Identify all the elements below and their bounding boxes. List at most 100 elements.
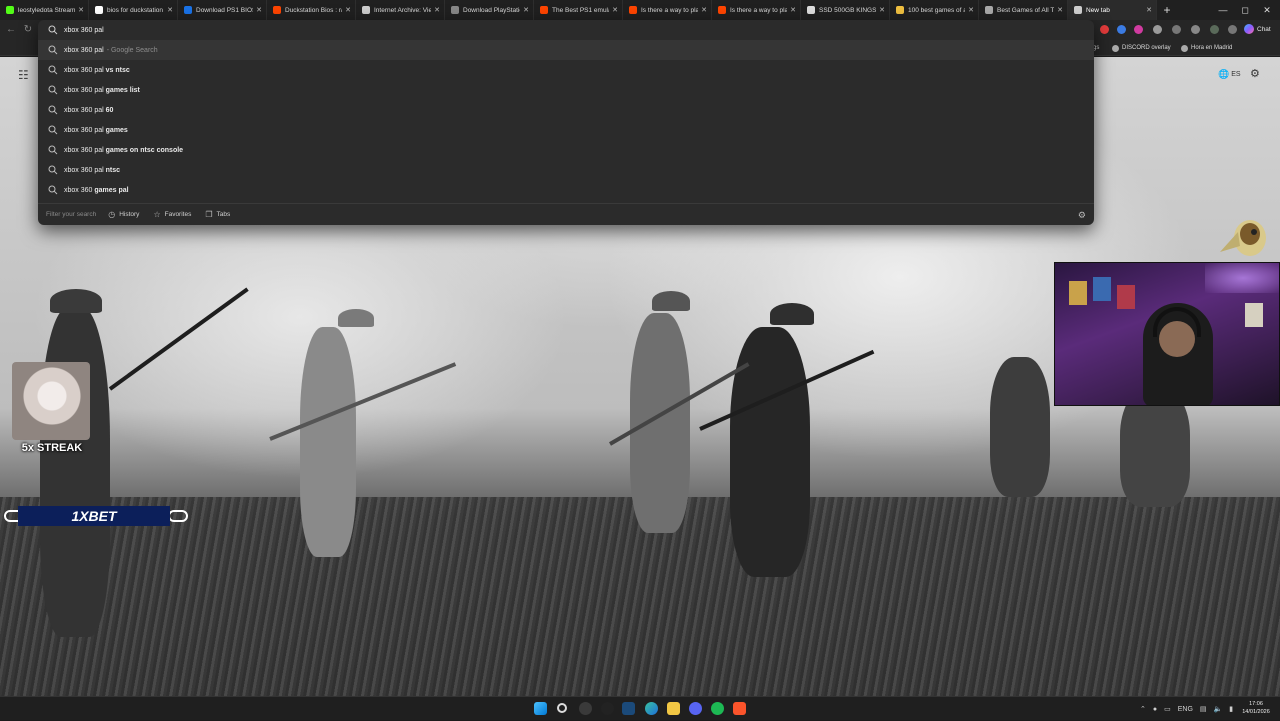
language-selector[interactable]: 🌐 ES bbox=[1218, 69, 1241, 80]
tab[interactable]: leostyledota Stream - ✕ bbox=[0, 0, 89, 20]
minimize-icon[interactable]: — bbox=[1212, 0, 1234, 20]
page-settings-icon[interactable]: ⚙ bbox=[1250, 67, 1260, 80]
tabs-icon: ❐ bbox=[205, 210, 213, 219]
tabs-filter-button[interactable]: ❐ Tabs bbox=[205, 210, 230, 219]
tab[interactable]: SSD 500GB KINGSTON✕ bbox=[801, 0, 890, 20]
copilot-chat-button[interactable]: Chat bbox=[1244, 24, 1271, 34]
search-icon[interactable] bbox=[557, 703, 567, 713]
tabs-label: Tabs bbox=[216, 211, 231, 218]
globe-icon: 🌐 bbox=[1218, 69, 1230, 79]
tab-favicon-icon bbox=[540, 6, 548, 14]
refresh-icon[interactable]: ↻ bbox=[19, 20, 37, 40]
suggestion-prefix: xbox 360 pal bbox=[64, 146, 104, 154]
soldier-helmet bbox=[338, 309, 374, 327]
search-suggestion[interactable]: xbox 360 pal games bbox=[38, 120, 1094, 140]
search-suggestion[interactable]: xbox 360 pal ntsc bbox=[38, 160, 1094, 180]
tab[interactable]: bios for duckstation - ✕ bbox=[89, 0, 178, 20]
tab[interactable]: Is there a way to play ✕ bbox=[623, 0, 712, 20]
back-icon[interactable]: ← bbox=[2, 20, 20, 40]
search-suggestion[interactable]: xbox 360 pal games list bbox=[38, 80, 1094, 100]
tab[interactable]: Is there a way to play ✕ bbox=[712, 0, 801, 20]
maximize-icon[interactable]: ◻ bbox=[1234, 0, 1256, 20]
star-icon: ☆ bbox=[153, 210, 161, 219]
tab-close-icon[interactable]: ✕ bbox=[701, 6, 707, 14]
tab-close-icon[interactable]: ✕ bbox=[968, 6, 974, 14]
profile-avatar[interactable] bbox=[1210, 25, 1219, 34]
soldier-figure bbox=[630, 313, 690, 533]
tab[interactable]: Best Games of All Tim✕ bbox=[979, 0, 1068, 20]
taskbar-clock[interactable]: 17:06 14/01/2026 bbox=[1236, 700, 1276, 716]
address-bar-input[interactable]: xbox 360 pal bbox=[38, 20, 1094, 40]
tab-close-icon[interactable]: ✕ bbox=[790, 6, 796, 14]
tab[interactable]: Duckstation Bios : r/Re✕ bbox=[267, 0, 356, 20]
filter-search-input[interactable]: Filter your search bbox=[46, 211, 96, 218]
wall-poster bbox=[1245, 303, 1263, 327]
keyboard-language[interactable]: ENG bbox=[1178, 706, 1193, 713]
microphone-icon[interactable]: ● bbox=[1153, 706, 1157, 713]
extension-icon[interactable] bbox=[1153, 25, 1162, 34]
history-icon: ◷ bbox=[108, 210, 116, 219]
battery-icon[interactable]: ▮ bbox=[1229, 705, 1233, 713]
steam-icon[interactable] bbox=[622, 702, 635, 715]
tab[interactable]: The Best PS1 emulato✕ bbox=[534, 0, 623, 20]
search-suggestion[interactable]: xbox 360 pal 60 bbox=[38, 100, 1094, 120]
suggestion-prefix: xbox 360 pal bbox=[64, 106, 104, 114]
search-icon bbox=[48, 105, 58, 115]
sponsor-logo: 1XBET bbox=[18, 506, 170, 526]
favorites-bar-item-discord[interactable]: DISCORD overlay bbox=[1112, 42, 1171, 54]
discord-icon[interactable] bbox=[689, 702, 702, 715]
spotify-icon[interactable] bbox=[711, 702, 724, 715]
tab[interactable]: Download PlayStation✕ bbox=[445, 0, 534, 20]
tab-strip: leostyledota Stream - ✕ bios for duckstat… bbox=[0, 0, 1280, 20]
obs-icon[interactable] bbox=[579, 702, 592, 715]
tab-close-icon[interactable]: ✕ bbox=[1057, 6, 1063, 14]
favorites-filter-button[interactable]: ☆ Favorites bbox=[153, 210, 191, 219]
display-icon[interactable]: ▭ bbox=[1164, 705, 1171, 713]
tab-close-icon[interactable]: ✕ bbox=[78, 6, 84, 14]
tab[interactable]: Download PS1 BIOS F✕ bbox=[178, 0, 267, 20]
history-icon[interactable] bbox=[1191, 25, 1200, 34]
tab-favicon-icon bbox=[985, 6, 993, 14]
chevron-up-icon[interactable]: ⌃ bbox=[1140, 705, 1146, 713]
extension-red-icon[interactable] bbox=[1100, 25, 1109, 34]
tab-close-icon[interactable]: ✕ bbox=[167, 6, 173, 14]
media-player-icon[interactable] bbox=[601, 702, 614, 715]
edge-icon[interactable] bbox=[645, 702, 658, 715]
search-suggestion[interactable]: xbox 360 games pal bbox=[38, 180, 1094, 200]
search-settings-icon[interactable]: ⚙ bbox=[1078, 210, 1086, 221]
search-suggestion[interactable]: xbox 360 pal games on ntsc console bbox=[38, 140, 1094, 160]
history-filter-button[interactable]: ◷ History bbox=[108, 210, 139, 219]
file-explorer-icon[interactable] bbox=[667, 702, 680, 715]
tab-title: SSD 500GB KINGSTON bbox=[819, 6, 877, 14]
favorites-bar-item-hora[interactable]: Hora en Madrid bbox=[1181, 42, 1232, 54]
webcam-overlay bbox=[1054, 262, 1280, 406]
more-menu-icon[interactable] bbox=[1228, 25, 1237, 34]
tab-favicon-icon bbox=[184, 6, 192, 14]
network-icon[interactable]: ▤ bbox=[1200, 705, 1207, 713]
suggestion-completion: games bbox=[103, 126, 128, 134]
extension-pink-icon[interactable] bbox=[1134, 25, 1143, 34]
tab-close-icon[interactable]: ✕ bbox=[1146, 6, 1152, 14]
tab-close-icon[interactable]: ✕ bbox=[879, 6, 885, 14]
volume-icon[interactable]: 🔈 bbox=[1214, 705, 1223, 713]
apps-launcher-icon[interactable]: ☷ bbox=[18, 68, 29, 82]
tab-close-icon[interactable]: ✕ bbox=[434, 6, 440, 14]
tab-close-icon[interactable]: ✕ bbox=[345, 6, 351, 14]
tab-active[interactable]: New tab ✕ bbox=[1068, 0, 1157, 20]
split-screen-icon[interactable] bbox=[1172, 25, 1181, 34]
search-suggestion[interactable]: xbox 360 pal - Google Search bbox=[38, 40, 1094, 60]
tab[interactable]: Internet Archive: View ✕ bbox=[356, 0, 445, 20]
tab-favicon-icon bbox=[807, 6, 815, 14]
tab-close-icon[interactable]: ✕ bbox=[256, 6, 262, 14]
windows-start-icon[interactable] bbox=[534, 702, 547, 715]
close-window-icon[interactable]: ✕ bbox=[1256, 0, 1278, 20]
tab-close-icon[interactable]: ✕ bbox=[523, 6, 529, 14]
tab-title: Internet Archive: View bbox=[374, 6, 432, 14]
extension-blue-icon[interactable] bbox=[1117, 25, 1126, 34]
tab-close-icon[interactable]: ✕ bbox=[612, 6, 618, 14]
brave-icon[interactable] bbox=[733, 702, 746, 715]
new-tab-button[interactable]: + bbox=[1157, 0, 1177, 20]
tab[interactable]: 100 best games of all ✕ bbox=[890, 0, 979, 20]
search-suggestion[interactable]: xbox 360 pal vs ntsc bbox=[38, 60, 1094, 80]
suggestion-prefix: xbox 360 pal bbox=[64, 46, 104, 54]
